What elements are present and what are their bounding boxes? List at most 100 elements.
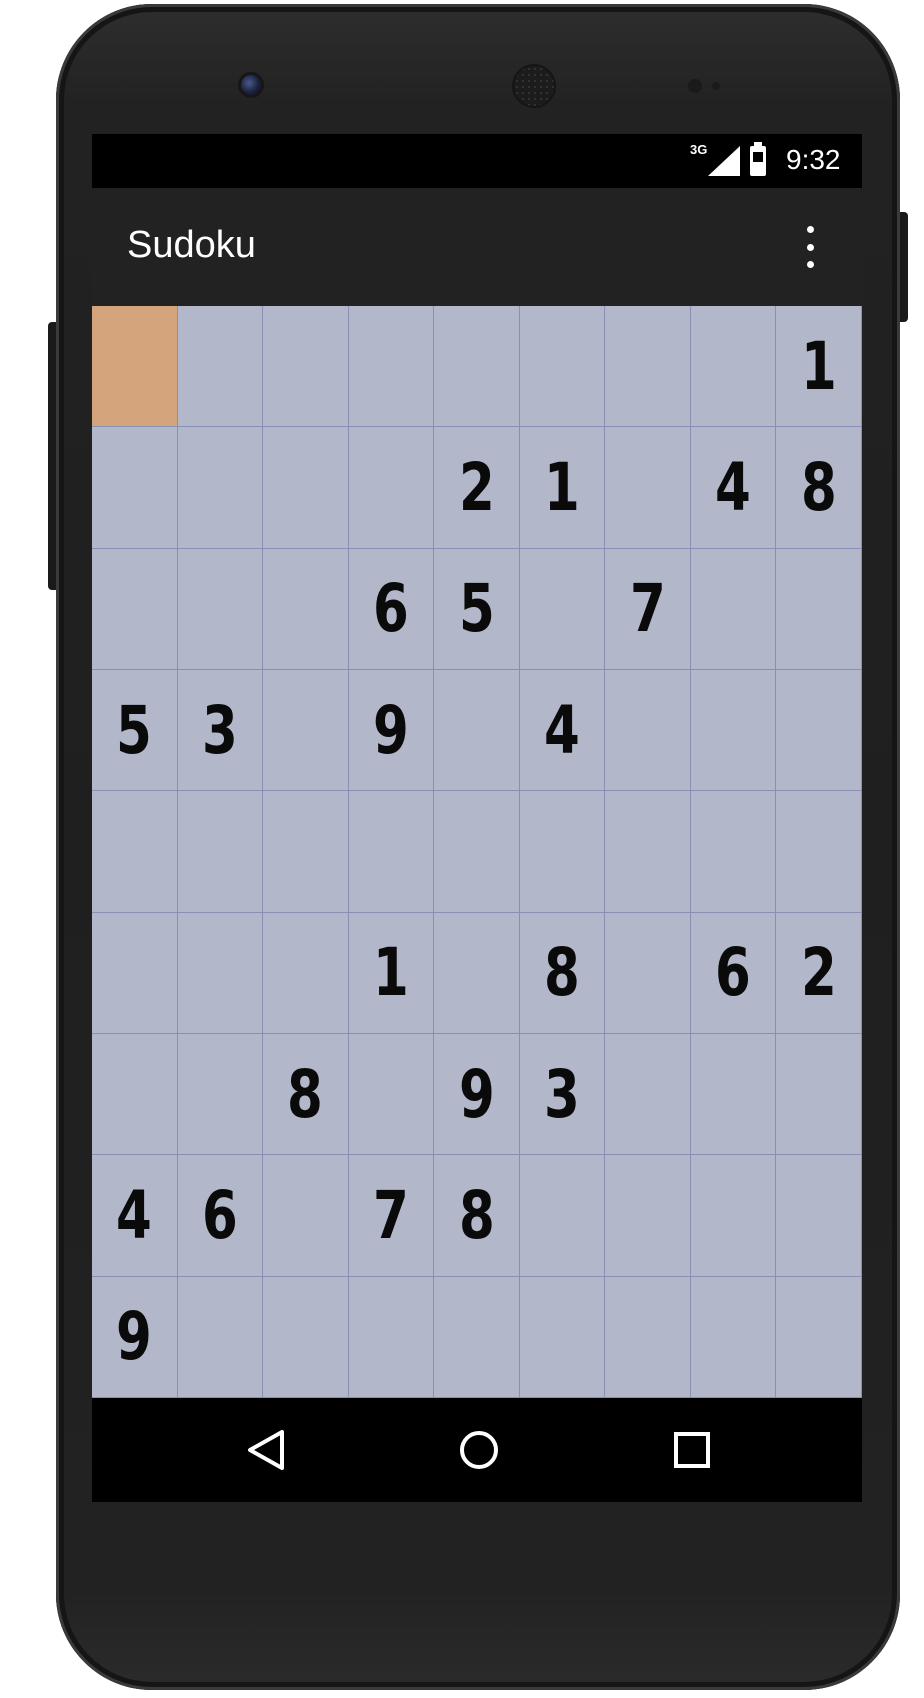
- sudoku-cell[interactable]: [519, 791, 606, 913]
- cell-value: 5: [458, 570, 495, 648]
- sudoku-cell[interactable]: [434, 670, 520, 792]
- sudoku-cell[interactable]: 1: [776, 306, 862, 428]
- sudoku-cell[interactable]: [434, 306, 520, 428]
- sudoku-cell[interactable]: [434, 791, 520, 913]
- sudoku-cell[interactable]: [690, 791, 777, 913]
- sudoku-cell[interactable]: 8: [519, 912, 606, 1034]
- sudoku-cell[interactable]: [690, 306, 777, 428]
- sudoku-cell[interactable]: [519, 1276, 606, 1398]
- sudoku-cell[interactable]: [605, 791, 691, 913]
- light-sensor: [712, 82, 720, 90]
- sudoku-cell[interactable]: 9: [92, 1276, 178, 1398]
- sudoku-cell[interactable]: [776, 548, 862, 670]
- sudoku-cell[interactable]: [177, 427, 264, 549]
- sudoku-cell[interactable]: [605, 1034, 691, 1156]
- sudoku-cell[interactable]: [605, 1155, 691, 1277]
- sudoku-cell[interactable]: 4: [519, 670, 606, 792]
- sudoku-cell[interactable]: [177, 1034, 264, 1156]
- sudoku-cell[interactable]: [263, 427, 349, 549]
- sudoku-cell[interactable]: [776, 1276, 862, 1398]
- sudoku-cell[interactable]: [776, 791, 862, 913]
- sudoku-cell[interactable]: [690, 670, 777, 792]
- cell-value: 4: [715, 448, 752, 526]
- cell-value: 8: [458, 1176, 495, 1254]
- sudoku-cell[interactable]: 5: [434, 548, 520, 670]
- cell-value: 8: [544, 934, 580, 1012]
- sudoku-cell[interactable]: [348, 427, 435, 549]
- sudoku-cell[interactable]: [177, 791, 264, 913]
- sudoku-cell[interactable]: [519, 1155, 606, 1277]
- sudoku-cell[interactable]: [776, 1034, 862, 1156]
- sudoku-cell[interactable]: [348, 1034, 435, 1156]
- sudoku-cell[interactable]: [92, 548, 178, 670]
- sudoku-cell[interactable]: 8: [776, 427, 862, 549]
- sudoku-cell[interactable]: 8: [263, 1034, 349, 1156]
- sudoku-cell[interactable]: [605, 670, 691, 792]
- sudoku-cell[interactable]: [263, 791, 349, 913]
- cell-value: 4: [544, 691, 580, 769]
- sudoku-cell[interactable]: [263, 670, 349, 792]
- sudoku-cell[interactable]: 6: [690, 912, 777, 1034]
- screen: 3G 9:32 Sudoku 121486575394186289346789: [92, 134, 862, 1502]
- sudoku-cell[interactable]: 2: [776, 912, 862, 1034]
- recent-apps-icon[interactable]: [666, 1424, 718, 1476]
- sudoku-cell[interactable]: [263, 306, 349, 428]
- home-icon[interactable]: [453, 1424, 505, 1476]
- sudoku-cell[interactable]: [348, 306, 435, 428]
- sudoku-cell[interactable]: [348, 791, 435, 913]
- sudoku-cell[interactable]: 7: [605, 548, 691, 670]
- sudoku-cell[interactable]: [177, 306, 264, 428]
- sudoku-cell[interactable]: 6: [177, 1155, 264, 1277]
- sudoku-cell[interactable]: [92, 791, 178, 913]
- sudoku-cell[interactable]: [605, 1276, 691, 1398]
- sudoku-cell[interactable]: [519, 548, 606, 670]
- sudoku-cell[interactable]: [263, 548, 349, 670]
- sudoku-cell[interactable]: 5: [92, 670, 178, 792]
- sudoku-cell[interactable]: [263, 1155, 349, 1277]
- sudoku-cell[interactable]: 1: [348, 912, 435, 1034]
- sudoku-cell[interactable]: [690, 548, 777, 670]
- sudoku-cell[interactable]: 4: [92, 1155, 178, 1277]
- cell-value: 9: [458, 1055, 495, 1133]
- sudoku-cell[interactable]: 4: [690, 427, 777, 549]
- sudoku-cell[interactable]: [263, 912, 349, 1034]
- sudoku-cell[interactable]: [263, 1276, 349, 1398]
- sudoku-cell[interactable]: [177, 912, 264, 1034]
- sudoku-cell[interactable]: [434, 1276, 520, 1398]
- sudoku-cell[interactable]: [776, 1155, 862, 1277]
- sudoku-cell[interactable]: 1: [519, 427, 606, 549]
- sudoku-cell[interactable]: [92, 1034, 178, 1156]
- sudoku-cell[interactable]: [690, 1034, 777, 1156]
- cell-value: 2: [800, 934, 837, 1012]
- sudoku-cell[interactable]: 2: [434, 427, 520, 549]
- cell-value: 3: [544, 1055, 580, 1133]
- sudoku-cell[interactable]: 8: [434, 1155, 520, 1277]
- overflow-menu-icon[interactable]: [792, 222, 828, 272]
- sudoku-cell[interactable]: [177, 1276, 264, 1398]
- sudoku-cell[interactable]: [92, 427, 178, 549]
- cell-value: 9: [373, 691, 409, 769]
- sudoku-cell[interactable]: 6: [348, 548, 435, 670]
- sudoku-cell[interactable]: [690, 1155, 777, 1277]
- sudoku-cell[interactable]: 9: [348, 670, 435, 792]
- sudoku-cell[interactable]: [177, 548, 264, 670]
- sudoku-cell[interactable]: [690, 1276, 777, 1398]
- sudoku-cell[interactable]: [605, 427, 691, 549]
- sudoku-cell[interactable]: [92, 306, 178, 428]
- sudoku-cell[interactable]: 7: [348, 1155, 435, 1277]
- sudoku-cell[interactable]: [605, 306, 691, 428]
- sudoku-cell[interactable]: [776, 670, 862, 792]
- sudoku-cell[interactable]: 3: [177, 670, 264, 792]
- sudoku-cell[interactable]: [348, 1276, 435, 1398]
- clock: 9:32: [786, 144, 841, 175]
- sudoku-cell[interactable]: 9: [434, 1034, 520, 1156]
- cell-value: 7: [373, 1176, 409, 1254]
- proximity-sensor: [688, 79, 702, 93]
- front-camera: [241, 75, 261, 95]
- sudoku-cell[interactable]: [92, 912, 178, 1034]
- sudoku-cell[interactable]: [605, 912, 691, 1034]
- sudoku-cell[interactable]: [434, 912, 520, 1034]
- sudoku-cell[interactable]: 3: [519, 1034, 606, 1156]
- sudoku-cell[interactable]: [519, 306, 606, 428]
- back-icon[interactable]: [240, 1424, 292, 1476]
